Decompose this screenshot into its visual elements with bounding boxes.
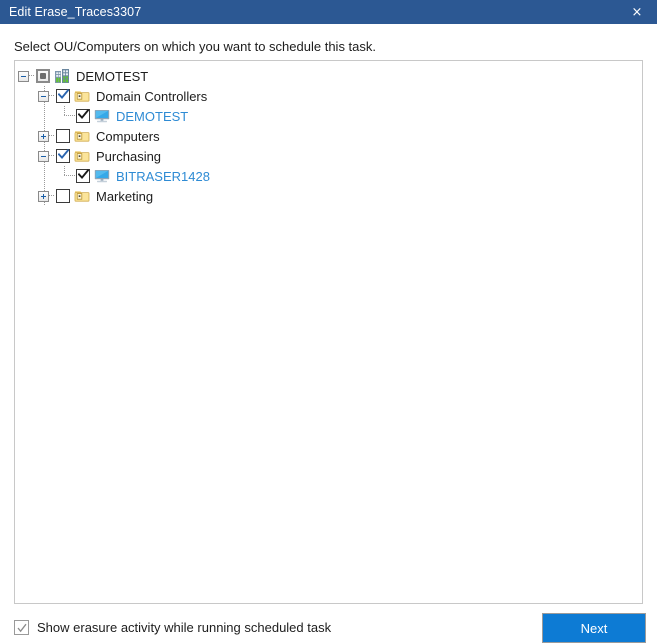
tree-connector-line bbox=[64, 115, 75, 116]
computer-icon bbox=[92, 166, 113, 186]
tree-expander-box bbox=[38, 91, 49, 102]
tree-node-row[interactable]: Computers bbox=[15, 126, 642, 146]
tree-node-label: DEMOTEST bbox=[116, 108, 189, 124]
tree-node-checkbox[interactable] bbox=[75, 106, 92, 126]
ou-folder-icon bbox=[72, 146, 93, 166]
tree-expander-box bbox=[38, 151, 49, 162]
tree-expand-icon[interactable] bbox=[35, 186, 55, 206]
tree-node-label: DEMOTEST bbox=[76, 68, 149, 84]
tree-node-checkbox[interactable] bbox=[55, 126, 72, 146]
tree-indent bbox=[35, 106, 55, 126]
tree-node-checkbox-partial[interactable] bbox=[35, 66, 52, 86]
close-window-button[interactable]: × bbox=[617, 0, 657, 24]
close-icon: × bbox=[631, 4, 643, 20]
tree-node-row[interactable]: DEMOTEST bbox=[15, 106, 642, 126]
tree-node-row[interactable]: Marketing bbox=[15, 186, 642, 206]
tree-node-row[interactable]: DEMOTEST bbox=[15, 66, 642, 86]
tree-node-checkbox[interactable] bbox=[55, 86, 72, 106]
ou-computers-tree: DEMOTEST Domain Controllers DEMOTEST Comput… bbox=[15, 61, 642, 206]
tree-collapse-icon[interactable] bbox=[35, 146, 55, 166]
ou-computers-tree-panel[interactable]: DEMOTEST Domain Controllers DEMOTEST Comput… bbox=[14, 60, 643, 604]
tree-node-row[interactable]: BITRASER1428 bbox=[15, 166, 642, 186]
checkmark-icon bbox=[58, 149, 69, 160]
tree-node-checkbox[interactable] bbox=[75, 166, 92, 186]
tree-expander-box bbox=[38, 191, 49, 202]
checkmark-icon bbox=[78, 169, 89, 180]
tree-node-checkbox[interactable] bbox=[55, 186, 72, 206]
show-erasure-activity-checkbox[interactable]: Show erasure activity while running sche… bbox=[14, 620, 331, 635]
tree-collapse-icon[interactable] bbox=[15, 66, 35, 86]
tree-node-label: BITRASER1428 bbox=[116, 168, 210, 184]
window-title: Edit Erase_Traces3307 bbox=[9, 5, 142, 19]
tree-expander-box bbox=[38, 131, 49, 142]
tree-connector-line bbox=[64, 175, 75, 176]
tree-leaf-connector bbox=[55, 166, 75, 186]
checkmark-icon bbox=[58, 89, 69, 100]
tree-expand-icon[interactable] bbox=[35, 126, 55, 146]
tree-node-row[interactable]: Purchasing bbox=[15, 146, 642, 166]
next-button[interactable]: Next bbox=[542, 613, 646, 643]
tree-expander-box bbox=[18, 71, 29, 82]
ou-folder-icon bbox=[72, 186, 93, 206]
ou-folder-icon bbox=[72, 86, 93, 106]
computer-icon bbox=[92, 106, 113, 126]
checkmark-icon bbox=[78, 109, 89, 120]
tree-leaf-connector bbox=[55, 106, 75, 126]
tree-indent bbox=[35, 166, 55, 186]
window-titlebar: Edit Erase_Traces3307 × bbox=[0, 0, 657, 24]
checkbox-box bbox=[56, 189, 70, 203]
ou-folder-icon bbox=[72, 126, 93, 146]
show-erasure-activity-label: Show erasure activity while running sche… bbox=[37, 620, 332, 635]
tree-node-label: Computers bbox=[96, 128, 160, 144]
tree-collapse-icon[interactable] bbox=[35, 86, 55, 106]
instruction-text: Select OU/Computers on which you want to… bbox=[14, 39, 377, 54]
tree-node-checkbox[interactable] bbox=[55, 146, 72, 166]
tree-node-label: Domain Controllers bbox=[96, 88, 208, 104]
partial-check-icon bbox=[40, 73, 46, 79]
tree-node-row[interactable]: Domain Controllers bbox=[15, 86, 642, 106]
tree-node-label: Purchasing bbox=[96, 148, 162, 164]
tree-node-label: Marketing bbox=[96, 188, 154, 204]
checkbox-box bbox=[56, 129, 70, 143]
organization-icon bbox=[52, 66, 73, 86]
show-erasure-activity-checkbox-box bbox=[14, 620, 29, 635]
checkmark-icon bbox=[17, 623, 27, 633]
